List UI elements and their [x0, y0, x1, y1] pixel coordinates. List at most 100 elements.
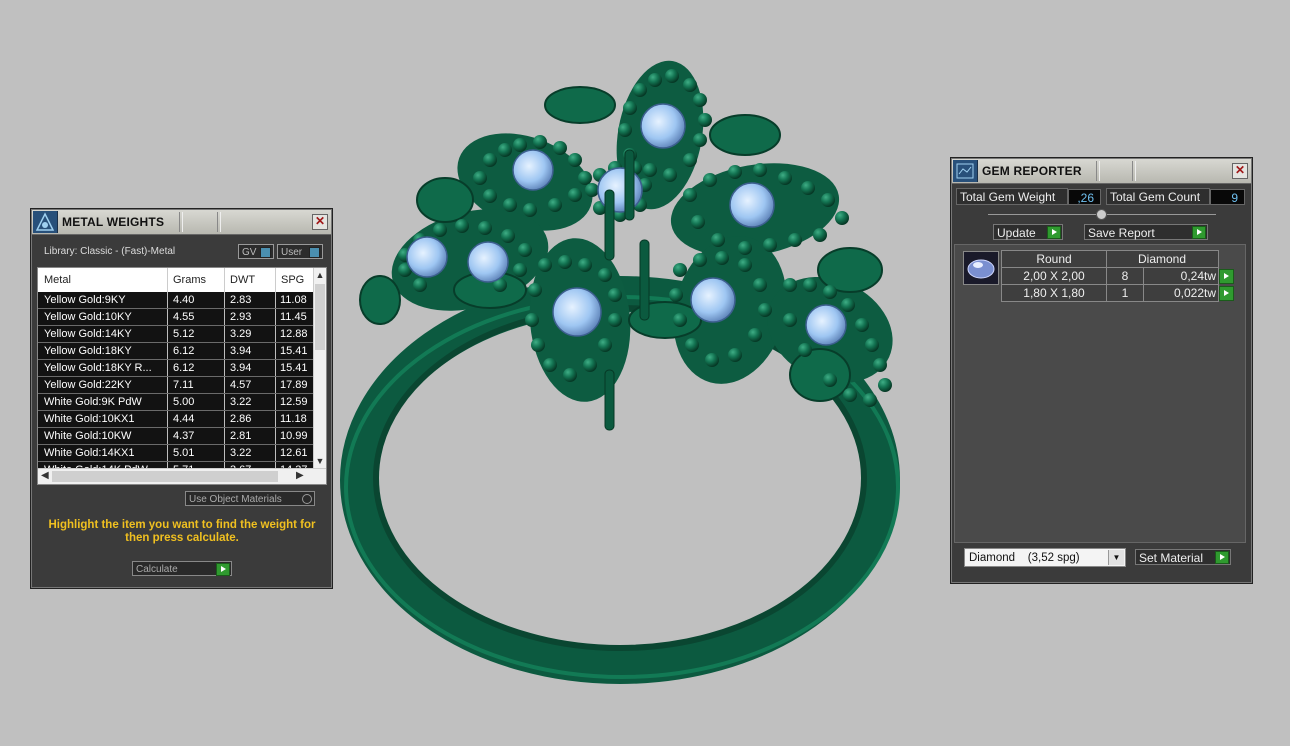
table-row[interactable]: Yellow Gold:22KY 7.11 4.57 17.89 — [38, 377, 314, 394]
dwt-cell: 4.57 — [230, 379, 252, 391]
metal-name-cell: Yellow Gold:10KY — [44, 311, 132, 323]
dwt-cell: 2.81 — [230, 430, 252, 442]
gem-list[interactable]: Round Diamond 2,00 X 2,00 8 0,24tw 1,80 X 1… — [954, 244, 1246, 543]
spg-cell: 17.89 — [280, 379, 308, 391]
chevron-down-icon[interactable]: ▼ — [1108, 550, 1124, 565]
gem-stone — [406, 236, 448, 278]
gem-size-cell: 1,80 X 1,80 — [1023, 286, 1085, 300]
gem-reporter-panel: GEM REPORTER ✕ Total Gem Weight ,26 Tota… — [951, 158, 1252, 583]
spg-cell: 12.88 — [280, 328, 308, 340]
grams-cell: 4.55 — [173, 311, 195, 323]
table-row[interactable]: White Gold:14KX1 5.01 3.22 12.61 — [38, 445, 314, 462]
scroll-left-icon[interactable]: ◀ — [41, 470, 49, 481]
close-icon[interactable]: ✕ — [1232, 163, 1248, 179]
metal-name-cell: Yellow Gold:18KY — [44, 345, 132, 357]
table-row[interactable]: Yellow Gold:14KY 5.12 3.29 12.88 — [38, 326, 314, 343]
play-icon — [216, 563, 230, 576]
column-header-metal[interactable]: Metal — [44, 274, 71, 286]
table-row[interactable]: Yellow Gold:10KY 4.55 2.93 11.45 — [38, 309, 314, 326]
column-header-spg[interactable]: SPG — [281, 274, 304, 286]
total-gem-weight-label: Total Gem Weight — [956, 188, 1068, 205]
table-row[interactable]: White Gold:9K PdW 5.00 3.22 12.59 — [38, 394, 314, 411]
total-gem-count-value: 9 — [1210, 189, 1245, 205]
use-object-materials-toggle[interactable]: Use Object Materials — [185, 491, 315, 506]
ring-model — [340, 60, 900, 684]
gem-rows: 2,00 X 2,00 8 0,24tw 1,80 X 1,80 1 0,022tw — [1001, 268, 1234, 302]
gv-toggle[interactable]: GV — [238, 244, 274, 259]
gem-stone — [467, 241, 509, 283]
metal-name-cell: White Gold:14KX1 — [44, 447, 135, 459]
spg-cell: 11.45 — [280, 311, 307, 323]
metal-name-cell: White Gold:10KX1 — [44, 413, 135, 425]
metal-name-cell: Yellow Gold:18KY R... — [44, 362, 152, 374]
dwt-cell: 3.94 — [230, 362, 252, 374]
horizontal-scrollbar[interactable]: ◀ ▶ — [38, 468, 326, 484]
close-icon[interactable]: ✕ — [312, 214, 328, 230]
metal-name-cell: White Gold:9K PdW — [44, 396, 142, 408]
gem-row[interactable]: 1,80 X 1,80 1 0,022tw — [1001, 285, 1234, 302]
metal-name-cell: Yellow Gold:9KY — [44, 294, 126, 306]
grams-cell: 6.12 — [173, 345, 195, 357]
gem-table: Round Diamond 2,00 X 2,00 8 0,24tw 1,80 X 1… — [1001, 250, 1234, 302]
gem-reporter-logo-icon — [953, 160, 978, 182]
dwt-cell: 2.93 — [230, 311, 252, 323]
play-icon — [1192, 226, 1206, 239]
spg-cell: 12.61 — [280, 447, 308, 459]
metal-rows: Yellow Gold:9KY 4.40 2.83 11.08 Yellow Gold:… — [38, 292, 314, 479]
save-report-button[interactable]: Save Report — [1084, 224, 1208, 240]
panel-title: METAL WEIGHTS — [62, 215, 165, 229]
table-row[interactable]: White Gold:10KW 4.37 2.81 10.99 — [38, 428, 314, 445]
total-gem-weight-value: ,26 — [1068, 189, 1101, 205]
table-row[interactable]: Yellow Gold:9KY 4.40 2.83 11.08 — [38, 292, 314, 309]
set-material-button[interactable]: Set Material — [1135, 549, 1231, 565]
gem-weight-cell: 0,24tw — [1180, 269, 1216, 283]
library-label: Library: Classic - (Fast)-Metal — [44, 246, 176, 257]
metal-weights-titlebar[interactable]: METAL WEIGHTS ✕ — [32, 210, 331, 235]
gem-row[interactable]: 2,00 X 2,00 8 0,24tw — [1001, 268, 1234, 285]
total-gem-count-label: Total Gem Count — [1106, 188, 1210, 205]
grams-cell: 4.44 — [173, 413, 195, 425]
gem-reporter-titlebar[interactable]: GEM REPORTER ✕ — [952, 159, 1251, 184]
spg-cell: 11.18 — [280, 413, 307, 425]
material-dropdown[interactable]: Diamond (3,52 spg) ▼ — [964, 548, 1126, 567]
table-row[interactable]: White Gold:10KX1 4.44 2.86 11.18 — [38, 411, 314, 428]
update-button[interactable]: Update — [993, 224, 1063, 240]
gem-weight-cell: 0,022tw — [1173, 286, 1216, 300]
gem-table-header: Round Diamond — [1001, 250, 1219, 268]
gem-count-cell: 1 — [1121, 286, 1129, 300]
splitter-handle[interactable] — [1096, 209, 1107, 220]
dwt-cell: 3.94 — [230, 345, 252, 357]
play-icon[interactable] — [1219, 286, 1234, 301]
panel-title: GEM REPORTER — [982, 164, 1082, 178]
scroll-right-icon[interactable]: ▶ — [296, 470, 304, 481]
calculate-button[interactable]: Calculate — [132, 561, 232, 576]
user-toggle[interactable]: User — [277, 244, 323, 259]
metal-name-cell: White Gold:10KW — [44, 430, 132, 442]
grams-cell: 4.40 — [173, 294, 195, 306]
spg-cell: 15.41 — [280, 345, 308, 357]
vertical-scrollbar[interactable]: ▲ ▼ — [313, 268, 326, 468]
spg-cell: 15.41 — [280, 362, 308, 374]
grams-cell: 5.01 — [173, 447, 195, 459]
gem-stone — [512, 149, 554, 191]
gem-size-cell: 2,00 X 2,00 — [1023, 269, 1085, 283]
play-icon[interactable] — [1219, 269, 1234, 284]
scroll-down-icon[interactable]: ▼ — [314, 456, 326, 466]
gem-stone — [729, 182, 775, 228]
grams-cell: 5.00 — [173, 396, 195, 408]
scroll-up-icon[interactable]: ▲ — [314, 270, 326, 280]
gem-thumbnail-icon — [963, 251, 999, 285]
play-icon — [1047, 226, 1061, 239]
table-row[interactable]: Yellow Gold:18KY R... 6.12 3.94 15.41 — [38, 360, 314, 377]
shape-header: Round — [1036, 252, 1072, 266]
dwt-cell: 3.22 — [230, 396, 252, 408]
metal-name-cell: Yellow Gold:22KY — [44, 379, 132, 391]
table-row[interactable]: Yellow Gold:18KY 6.12 3.94 15.41 — [38, 343, 314, 360]
column-header-grams[interactable]: Grams — [173, 274, 206, 286]
metal-weights-panel: METAL WEIGHTS ✕ Library: Classic - (Fast… — [31, 209, 332, 588]
gem-count-cell: 8 — [1121, 269, 1129, 283]
metal-table[interactable]: Metal Grams DWT SPG Yellow Gold:9KY 4.40 2… — [37, 267, 327, 485]
column-header-dwt[interactable]: DWT — [230, 274, 255, 286]
grams-cell: 4.37 — [173, 430, 195, 442]
gem-stone — [552, 287, 602, 337]
